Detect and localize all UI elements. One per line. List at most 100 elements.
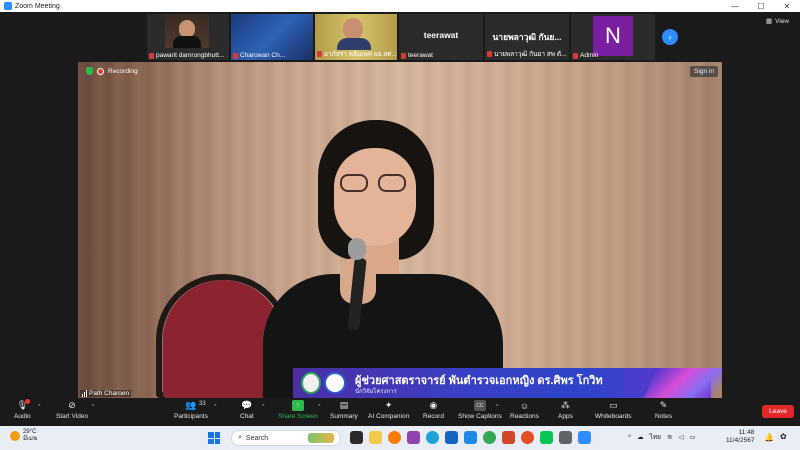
copilot-icon[interactable]: ✿ <box>780 432 787 441</box>
record-icon: ◉ <box>429 400 438 410</box>
weather-description: มีเมฆ <box>23 436 38 442</box>
firefox-icon[interactable] <box>388 431 401 444</box>
audio-options-caret[interactable]: ^ <box>38 404 40 410</box>
participant-video <box>165 14 209 48</box>
mic-muted-icon <box>401 52 406 59</box>
participant-tile[interactable]: Charuwan Ch... <box>231 14 313 60</box>
notification-bell-icon[interactable]: 🔔 <box>764 433 774 442</box>
lower-third-banner: ผู้ช่วยศาสตราจารย์ พันตำรวจเอกหญิง ดร.ศิ… <box>293 368 722 398</box>
whiteboard-icon: ▭ <box>608 400 618 410</box>
chevron-right-icon: › <box>668 32 672 42</box>
windows-start-icon[interactable] <box>208 432 220 444</box>
notes-button[interactable]: ✎ Notes <box>655 400 672 420</box>
record-icon <box>97 67 104 75</box>
chevron-up-icon[interactable]: ^ <box>628 434 631 441</box>
taskbar-search[interactable]: ⌕ Search <box>231 430 341 446</box>
ai-companion-icon: ✦ <box>384 400 393 410</box>
captions-icon: CC <box>473 400 486 411</box>
show-captions-button[interactable]: CC Show Captions <box>458 400 502 420</box>
edge-icon[interactable] <box>426 431 439 444</box>
mic-muted-icon <box>149 52 154 59</box>
weather-widget[interactable]: 29°C มีเมฆ <box>10 429 37 443</box>
participant-tile[interactable]: pawarit damrongbhutt... <box>147 14 229 60</box>
maximize-icon[interactable]: ☐ <box>748 0 774 12</box>
audio-button[interactable]: 🎙 Audio <box>14 399 31 420</box>
apps-button[interactable]: ⁂ Apps <box>558 400 573 420</box>
ai-companion-button[interactable]: ✦ AI Companion <box>368 400 409 420</box>
organization-logo-icon <box>301 372 321 394</box>
participant-tile[interactable]: อาภัสรา หลิมเพท ผอ.สศ... <box>315 14 397 60</box>
weather-sun-icon <box>10 431 20 441</box>
window-controls: — ☐ ✕ <box>722 0 800 12</box>
participant-tile[interactable]: teerawat teerawat <box>399 14 483 60</box>
chat-button[interactable]: 💬 Chat <box>240 400 254 420</box>
volume-icon[interactable]: ◁ <box>678 433 683 441</box>
title-bar: Zoom Meeting — ☐ ✕ <box>0 0 800 12</box>
taskbar-clock[interactable]: 11:48 11/4/2567 <box>726 429 754 445</box>
participant-name: Admin <box>573 52 598 59</box>
minimize-icon[interactable]: — <box>722 0 748 12</box>
dropbox-icon[interactable] <box>445 431 458 444</box>
mic-muted-icon <box>233 52 238 59</box>
taskbar-apps <box>350 431 591 444</box>
active-speaker-video: Recording Sign in ผู้ช่วยศาสตราจารย์ พัน… <box>78 62 722 398</box>
app-icon[interactable] <box>559 431 572 444</box>
chat-icon: 💬 <box>241 400 253 410</box>
participants-count: 33 <box>199 401 206 407</box>
powerpoint-icon[interactable] <box>502 431 515 444</box>
participant-name: นายพลาวุฒิ กันยา สพ ดั... <box>487 49 567 59</box>
mic-muted-icon <box>487 51 492 57</box>
wifi-icon[interactable]: ≋ <box>667 433 672 441</box>
word-icon[interactable] <box>464 431 477 444</box>
shield-icon[interactable] <box>86 67 93 75</box>
reactions-button[interactable]: ☺ Reactions <box>510 400 539 421</box>
chat-options-caret[interactable]: ^ <box>262 404 264 410</box>
police-emblem-icon <box>324 372 346 394</box>
summary-button[interactable]: ▤ Summary <box>330 400 358 420</box>
summary-icon: ▤ <box>339 400 349 410</box>
zoom-app-icon[interactable] <box>578 431 591 444</box>
participant-tile[interactable]: N Admin <box>571 14 655 60</box>
speaker-name-label: Path Charoen <box>80 390 132 397</box>
battery-icon[interactable]: ▭ <box>689 433 695 441</box>
sign-in-button[interactable]: Sign in <box>690 66 718 77</box>
whiteboards-button[interactable]: ▭ Whiteboards <box>595 400 632 420</box>
chrome-alt-icon[interactable] <box>521 431 534 444</box>
participant-name: pawarit damrongbhutt... <box>149 52 224 59</box>
recording-indicator[interactable]: Recording <box>86 67 138 75</box>
line-icon[interactable] <box>540 431 553 444</box>
cloud-icon[interactable]: ☁ <box>637 433 644 441</box>
share-options-caret[interactable]: ^ <box>318 404 320 410</box>
start-video-button[interactable]: ⊘ Start Video <box>56 400 88 420</box>
record-button[interactable]: ◉ Record <box>423 400 444 420</box>
captions-options-caret[interactable]: ^ <box>496 404 498 410</box>
notes-icon: ✎ <box>659 400 668 410</box>
grid-icon: ▦ <box>766 18 773 25</box>
video-options-caret[interactable]: ^ <box>92 404 94 410</box>
task-view-icon[interactable] <box>350 431 363 444</box>
search-highlight-icon <box>308 433 334 443</box>
file-explorer-icon[interactable] <box>369 431 382 444</box>
participant-tile[interactable]: นายพลาวุฒิ กันย... นายพลาวุฒิ กันยา สพ ด… <box>485 14 569 60</box>
next-page-button[interactable]: › <box>662 29 678 45</box>
share-screen-icon: ↑ <box>291 400 304 411</box>
participant-gallery: pawarit damrongbhutt... Charuwan Ch... อ… <box>0 12 800 62</box>
participants-options-caret[interactable]: ^ <box>214 404 216 410</box>
share-screen-button[interactable]: ↑ Share Screen <box>278 400 318 420</box>
warning-badge <box>25 399 31 404</box>
store-icon[interactable] <box>407 431 420 444</box>
audio-level-icon <box>82 390 87 397</box>
zoom-logo-icon <box>4 2 12 10</box>
view-button[interactable]: ▦ View <box>766 17 789 26</box>
window-title: Zoom Meeting <box>15 2 60 10</box>
meeting-toolbar: 🎙 Audio ^ ⊘ Start Video ^ 👥 Participants… <box>0 398 800 426</box>
close-icon[interactable]: ✕ <box>774 0 800 12</box>
participant-display-name: teerawat <box>423 30 459 40</box>
mic-muted-icon <box>573 52 578 59</box>
apps-icon: ⁂ <box>560 400 570 410</box>
participant-name: Charuwan Ch... <box>233 52 285 59</box>
leave-button[interactable]: Leave <box>762 405 794 418</box>
video-off-icon: ⊘ <box>68 400 76 410</box>
chrome-icon[interactable] <box>483 431 496 444</box>
language-indicator[interactable]: ไทย <box>650 432 661 442</box>
